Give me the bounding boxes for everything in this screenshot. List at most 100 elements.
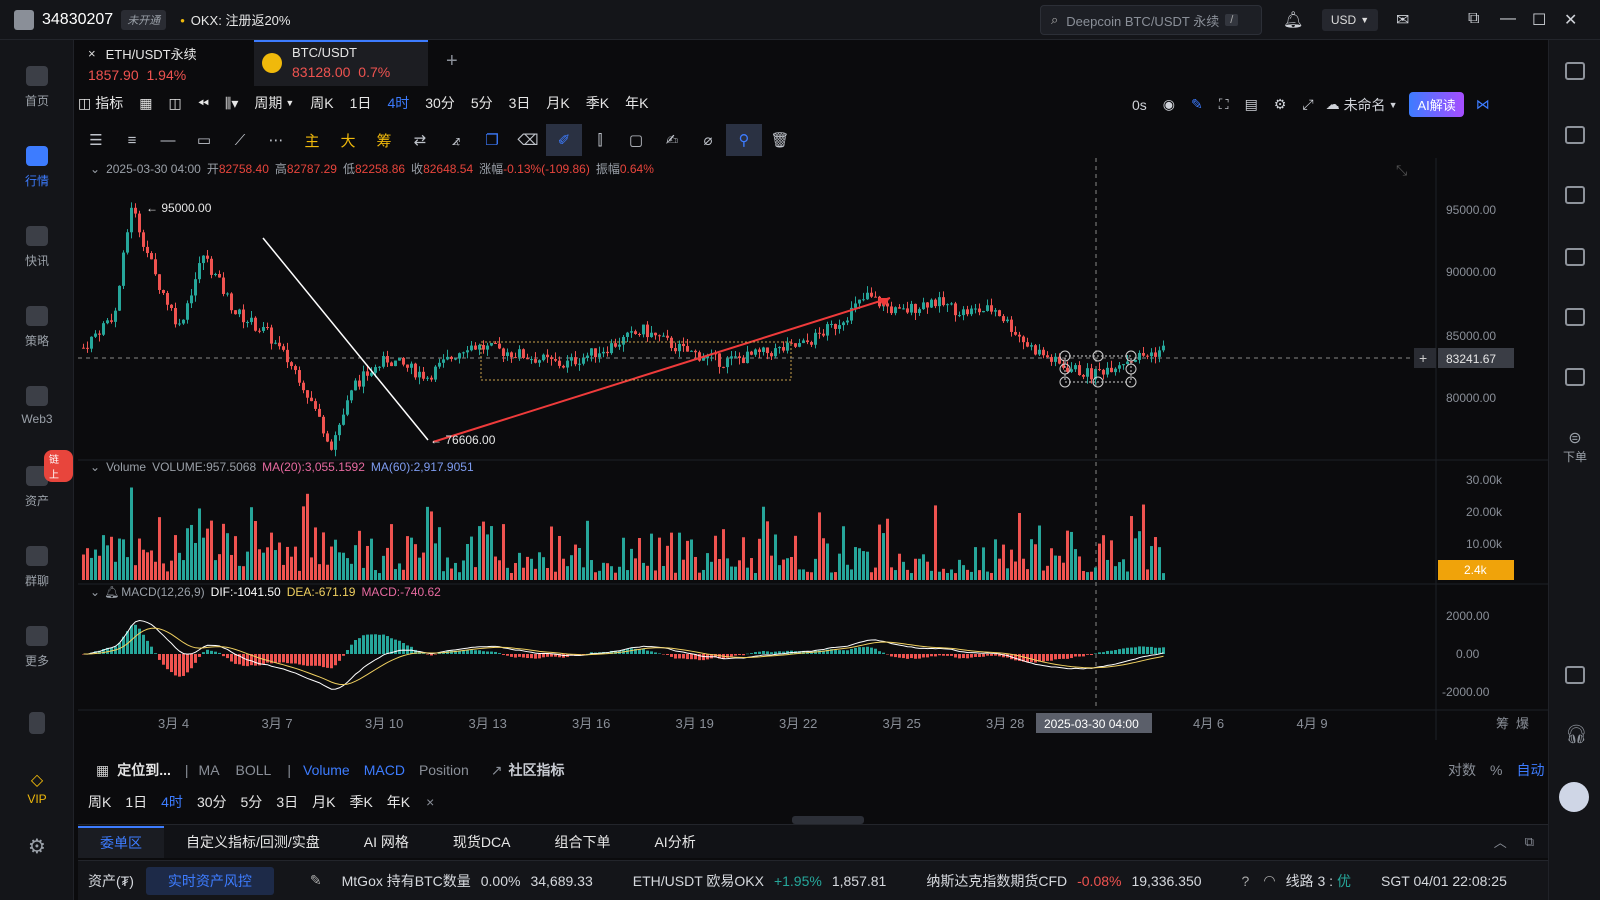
add-tab-icon[interactable]: +	[446, 50, 458, 73]
sidebar-item-strategy[interactable]: 策略	[0, 306, 74, 349]
minimize-icon[interactable]: —	[1500, 10, 1516, 28]
locate-button[interactable]: 定位到...	[117, 760, 171, 780]
down-trendline-drawing[interactable]	[262, 237, 429, 441]
period-3d[interactable]: 3日	[276, 792, 298, 812]
ticker-name[interactable]: MtGox 持有BTC数量	[342, 871, 471, 891]
horizontal-lines-icon[interactable]: ≡	[114, 124, 150, 156]
close-period-bar-icon[interactable]: ×	[426, 794, 434, 810]
log-scale-toggle[interactable]: 对数	[1448, 760, 1476, 780]
fullscreen-icon[interactable]: ⤢	[1302, 96, 1313, 113]
period-1d[interactable]: 1日	[125, 792, 147, 812]
document-icon[interactable]	[1565, 126, 1585, 144]
community-indicators-button[interactable]: 社区指标	[508, 760, 564, 780]
ticker-name[interactable]: 纳斯达克指数期货CFD	[926, 871, 1067, 891]
low-marker-value[interactable]: 76606.00	[445, 433, 495, 447]
collapse-icon[interactable]: ⌄	[90, 162, 100, 176]
chart-line-icon[interactable]	[1565, 248, 1585, 266]
promo-banner[interactable]: • OKX: 注册返20%	[180, 10, 290, 29]
x-axis-label[interactable]: 3月 13	[469, 716, 507, 731]
macd-histogram[interactable]	[82, 620, 1165, 690]
tab-custom-indicators[interactable]: 自定义指标/回测/实盘	[164, 832, 342, 852]
split-layout-icon[interactable]: ◫	[168, 95, 181, 112]
period-select[interactable]: 周期 ▼	[254, 93, 294, 113]
eraser-icon[interactable]: ⌫	[510, 124, 546, 156]
user-avatar-icon[interactable]	[14, 9, 34, 30]
crosshair-time-value[interactable]: 2025-03-30 04:00	[1044, 717, 1139, 731]
x-axis-label[interactable]: 3月 19	[676, 716, 714, 731]
list-icon[interactable]	[1565, 62, 1585, 80]
rectangle-icon[interactable]: ▭	[186, 124, 222, 156]
sidebar-item-more[interactable]: 更多	[0, 626, 74, 669]
collapse-icon[interactable]: ⌄	[90, 460, 100, 474]
interval-5m[interactable]: 5分	[471, 93, 493, 113]
replay-icon[interactable]: ⏪︎	[198, 95, 209, 112]
swap-icon[interactable]: ⇄	[402, 124, 438, 156]
volume-tick[interactable]: 30.00k	[1466, 473, 1503, 487]
interval-quarterly[interactable]: 季K	[586, 93, 609, 113]
indicator-ma[interactable]: MA	[199, 762, 220, 778]
sidebar-item-news[interactable]: 快讯	[0, 226, 74, 269]
period-5m[interactable]: 5分	[241, 792, 263, 812]
calendar-icon[interactable]: ▦	[139, 95, 152, 112]
macd-tick[interactable]: 0.00	[1456, 647, 1480, 661]
search-input[interactable]: ⌕ Deepcoin BTC/USDT 永续 /	[1040, 5, 1262, 35]
macd-tick[interactable]: -2000.00	[1442, 685, 1490, 699]
horizontal-line-icon[interactable]: ―	[150, 124, 186, 156]
sidebar-item-home[interactable]: 首页	[0, 66, 74, 109]
chart-type-icon[interactable]: ⫼▾	[225, 95, 238, 112]
x-axis-label[interactable]: 3月 16	[572, 716, 610, 731]
x-axis-label[interactable]: 4月 9	[1297, 716, 1328, 731]
tab-ai-grid[interactable]: AI 网格	[342, 832, 431, 852]
indicator-position[interactable]: Position	[419, 762, 469, 778]
volume-tick[interactable]: 10.00k	[1466, 537, 1503, 551]
price-chart-svg[interactable]: ← 95000.00 ← 76606.00 95000.00 90000.00 …	[78, 158, 1548, 740]
x-axis-label[interactable]: 3月 7	[262, 716, 293, 731]
plus-icon[interactable]: +	[1419, 350, 1427, 366]
dollar-icon[interactable]	[1565, 186, 1585, 204]
sidebar-item-web3[interactable]: Web3	[0, 386, 74, 426]
indicator-volume[interactable]: Volume	[303, 762, 350, 778]
volume-tick[interactable]: 20.00k	[1466, 505, 1503, 519]
measure-icon[interactable]: ⦨	[438, 124, 474, 156]
network-line-label[interactable]: 线路 3 :	[1286, 871, 1333, 891]
big-order-tool[interactable]: 大	[330, 124, 366, 156]
currency-select[interactable]: USD ▼	[1322, 9, 1378, 31]
alert-bell-icon[interactable]: 🔔︎	[104, 585, 119, 599]
sidebar-item-device[interactable]	[0, 712, 74, 740]
headset-icon[interactable]: 🎧︎	[1565, 724, 1588, 745]
indicator-button[interactable]: ◫ 指标	[78, 93, 123, 113]
sidebar-item-market[interactable]: 行情	[0, 146, 74, 189]
card-icon[interactable]	[1565, 368, 1585, 386]
settings-icon[interactable]: ⚙	[1274, 96, 1287, 113]
ticker-name[interactable]: ETH/USDT 欧易OKX	[633, 871, 764, 891]
order-button[interactable]: ⊜ 下单	[1549, 428, 1600, 465]
x-axis-labels[interactable]: 3月 4 3月 7 3月 10 3月 13 3月 16 3月 19 3月 22 3月 25 3月…	[158, 716, 1328, 731]
interval-1d[interactable]: 1日	[350, 93, 372, 113]
volume-bars[interactable]	[82, 487, 1165, 580]
collapse-icon[interactable]: ⌄	[90, 585, 100, 599]
price-tick[interactable]: 80000.00	[1446, 391, 1496, 405]
template-icon[interactable]: ▤	[1245, 96, 1258, 113]
current-volume-value[interactable]: 2.4k	[1464, 563, 1488, 577]
ai-interpret-button[interactable]: AI解读	[1409, 92, 1464, 117]
assets-label[interactable]: 资产(₮)	[88, 871, 134, 891]
period-yearly[interactable]: 年K	[387, 792, 410, 812]
note-icon[interactable]: ✍	[654, 124, 690, 156]
x-axis-label[interactable]: 3月 25	[883, 716, 921, 731]
user-id[interactable]: 34830207	[42, 11, 113, 29]
expand-pane-icon[interactable]: ⤡	[1396, 162, 1407, 179]
price-tick[interactable]: 85000.00	[1446, 329, 1496, 343]
sidebar-item-settings[interactable]: ⚙	[0, 834, 74, 859]
account-status-badge[interactable]: 未开通	[121, 9, 167, 30]
period-4h[interactable]: 4时	[161, 792, 183, 812]
calendar-icon[interactable]: ▦	[96, 762, 109, 779]
copy-icon[interactable]: ❐	[474, 124, 510, 156]
tab-orders[interactable]: 委单区	[78, 825, 164, 858]
risk-control-button[interactable]: 实时资产风控	[145, 866, 274, 895]
popout-icon[interactable]: ⧉	[1525, 834, 1534, 850]
auto-scale-toggle[interactable]: 自动	[1516, 760, 1544, 780]
bell-icon[interactable]: 🔔︎	[1283, 10, 1303, 30]
tab-spot-dca[interactable]: 现货DCA	[431, 832, 533, 852]
period-quarterly[interactable]: 季K	[349, 792, 372, 812]
filter-icon[interactable]: ⚲	[726, 124, 762, 156]
